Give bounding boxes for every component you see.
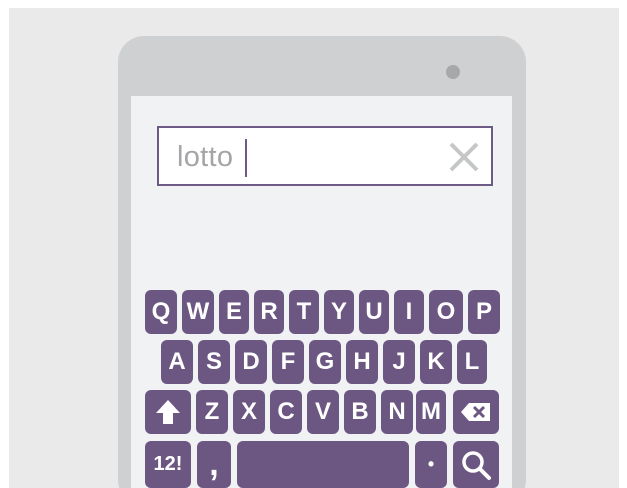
search-key[interactable] bbox=[453, 441, 499, 488]
key-x[interactable]: X bbox=[233, 390, 265, 434]
key-u[interactable]: U bbox=[359, 290, 389, 334]
key-z[interactable]: Z bbox=[196, 390, 228, 434]
key-g[interactable]: G bbox=[309, 340, 341, 384]
key-p[interactable]: P bbox=[468, 290, 500, 334]
key-v[interactable]: V bbox=[307, 390, 339, 434]
comma-key[interactable]: , bbox=[197, 441, 231, 488]
space-key[interactable] bbox=[237, 441, 409, 488]
camera-icon bbox=[446, 65, 460, 79]
key-s[interactable]: S bbox=[198, 340, 230, 384]
period-key[interactable]: • bbox=[415, 441, 447, 488]
backspace-key[interactable] bbox=[453, 390, 499, 434]
key-k[interactable]: K bbox=[420, 340, 452, 384]
key-r[interactable]: R bbox=[254, 290, 284, 334]
key-m[interactable]: M bbox=[416, 390, 446, 434]
key-d[interactable]: D bbox=[235, 340, 267, 384]
key-q[interactable]: Q bbox=[145, 290, 177, 334]
key-i[interactable]: I bbox=[394, 290, 424, 334]
key-n[interactable]: N bbox=[381, 390, 413, 434]
search-input[interactable]: lotto bbox=[157, 126, 493, 186]
key-f[interactable]: F bbox=[272, 340, 304, 384]
shift-up-arrow-icon bbox=[156, 400, 180, 424]
search-query-text: lotto bbox=[177, 141, 234, 173]
key-t[interactable]: T bbox=[289, 290, 319, 334]
symbols-key[interactable]: 12! bbox=[145, 441, 191, 488]
key-b[interactable]: B bbox=[344, 390, 376, 434]
key-j[interactable]: J bbox=[383, 340, 415, 384]
backspace-icon bbox=[461, 403, 490, 421]
key-h[interactable]: H bbox=[346, 340, 378, 384]
key-y[interactable]: Y bbox=[324, 290, 354, 334]
shift-key[interactable] bbox=[145, 390, 191, 434]
key-o[interactable]: O bbox=[429, 290, 463, 334]
key-w[interactable]: W bbox=[182, 290, 214, 334]
search-icon bbox=[462, 450, 491, 480]
key-e[interactable]: E bbox=[219, 290, 249, 334]
text-cursor bbox=[245, 139, 247, 177]
close-icon[interactable] bbox=[447, 140, 481, 174]
key-a[interactable]: A bbox=[161, 340, 193, 384]
key-l[interactable]: L bbox=[457, 340, 487, 384]
key-c[interactable]: C bbox=[270, 390, 302, 434]
